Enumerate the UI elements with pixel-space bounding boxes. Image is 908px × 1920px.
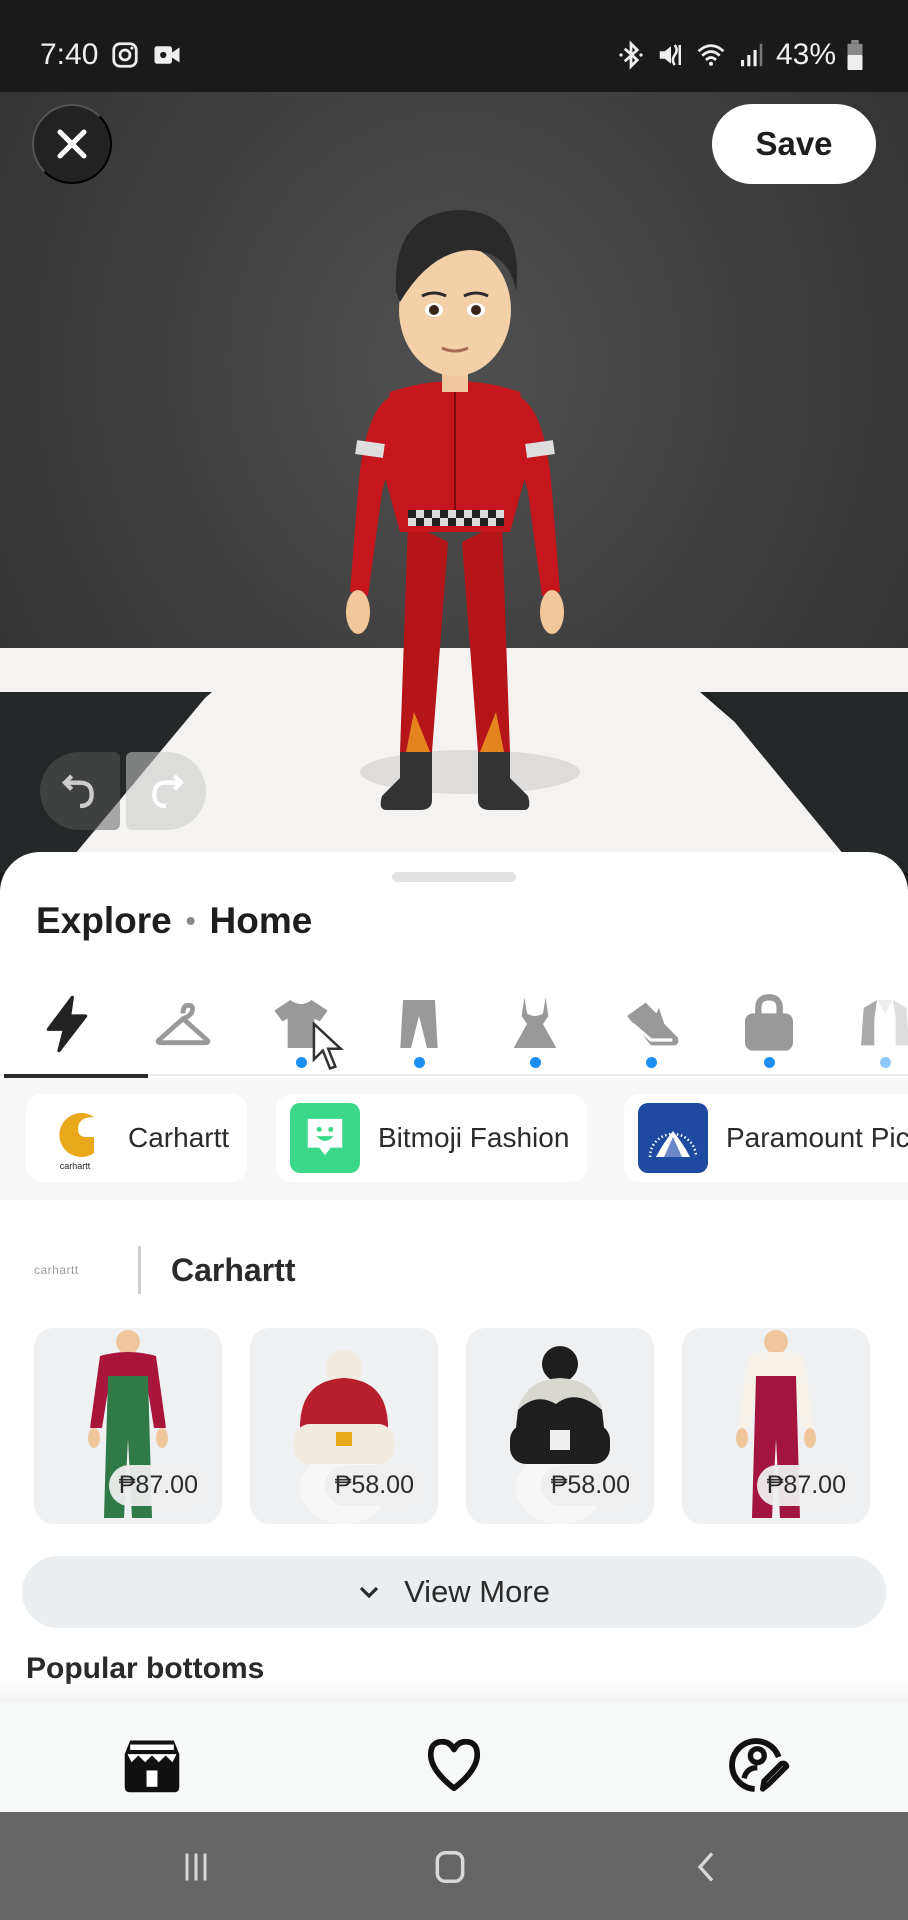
tab-featured[interactable] [4, 972, 148, 1078]
nav-store[interactable] [112, 1730, 192, 1800]
tab-tops[interactable] [246, 972, 356, 1076]
store-icon [124, 1740, 180, 1793]
nav-edit-avatar[interactable] [720, 1730, 800, 1800]
product-card[interactable]: ₱87.00 [34, 1328, 222, 1524]
brand-name: Paramount Pic [726, 1122, 908, 1153]
new-badge-dot [880, 1057, 891, 1068]
nav-favorites[interactable] [414, 1730, 494, 1800]
category-tabs [0, 972, 908, 1078]
redo-icon [152, 774, 185, 809]
new-badge-dot [530, 1057, 541, 1068]
carhartt-logo: carhartt [40, 1103, 110, 1173]
heart-icon [427, 1738, 481, 1792]
product-row: ₱87.00 ₱58.00 ₱58.00 ₱87.00 [34, 1328, 870, 1524]
price-tag: ₱87.00 [108, 1465, 208, 1506]
lightning-icon [46, 995, 88, 1053]
system-navigation-bar [0, 1812, 908, 1920]
product-card[interactable]: ₱87.00 [682, 1328, 870, 1524]
battery-percent: 43% [775, 38, 836, 71]
bluetooth-icon [619, 40, 643, 70]
explore-sheet: Explore • Home carhartt Carhartt Bitmoji… [0, 852, 908, 1812]
breadcrumb-separator: • [185, 905, 196, 936]
close-icon [57, 129, 87, 159]
recents-button[interactable] [166, 1842, 226, 1892]
tab-accessories[interactable] [714, 972, 824, 1076]
tab-bottoms[interactable] [364, 972, 474, 1076]
tab-shoes[interactable] [596, 972, 706, 1076]
price-tag: ₱58.00 [540, 1465, 640, 1506]
undo-button[interactable] [40, 752, 120, 830]
divider [138, 1246, 141, 1294]
chevron-down-icon [359, 1586, 379, 1599]
save-button[interactable]: Save [712, 104, 876, 184]
sheet-drag-handle[interactable] [392, 872, 516, 882]
hanger-icon [155, 1002, 211, 1046]
brand-name: Carhartt [128, 1122, 230, 1153]
new-badge-dot [764, 1057, 775, 1068]
new-badge-dot [414, 1057, 425, 1068]
signal-icon [740, 43, 763, 67]
video-camera-icon [154, 46, 180, 64]
carhartt-wordmark: carhartt [34, 1263, 79, 1277]
battery-icon [847, 40, 863, 70]
wifi-icon [697, 44, 725, 66]
section-title: Carhartt [171, 1251, 296, 1288]
avatar-preview-scene: Save [0, 92, 908, 872]
price-tag: ₱87.00 [756, 1465, 856, 1506]
close-button[interactable] [32, 104, 112, 184]
breadcrumb-explore[interactable]: Explore [36, 900, 172, 942]
back-icon [697, 1852, 714, 1882]
product-card[interactable]: ₱58.00 [250, 1328, 438, 1524]
sneaker-icon [627, 1002, 679, 1046]
tab-outfits[interactable] [128, 972, 238, 1076]
brand-name: Bitmoji Fashion [378, 1122, 570, 1153]
view-more-label: View More [404, 1574, 550, 1609]
redo-button[interactable] [126, 752, 206, 830]
brand-chip-carhartt[interactable]: carhartt Carhartt [26, 1094, 248, 1182]
view-more-button[interactable]: View More [22, 1556, 886, 1628]
tshirt-icon [274, 1000, 328, 1048]
new-badge-dot [646, 1057, 657, 1068]
brand-chip-bitmoji-fashion[interactable]: Bitmoji Fashion [276, 1094, 588, 1182]
recents-icon [185, 1853, 207, 1881]
status-bar: 7:40 43% [0, 0, 908, 92]
dress-icon [513, 997, 557, 1048]
brand-chip-paramount[interactable]: Paramount Pic [624, 1094, 908, 1182]
price-tag: ₱58.00 [324, 1465, 424, 1506]
home-icon [435, 1851, 465, 1883]
back-button[interactable] [676, 1842, 736, 1892]
undo-redo-group [40, 752, 208, 830]
clock: 7:40 [40, 38, 99, 71]
breadcrumb: Explore • Home [36, 900, 312, 942]
brand-carousel: carhartt Carhartt Bitmoji Fashion Paramo… [0, 1078, 908, 1200]
breadcrumb-home[interactable]: Home [210, 900, 313, 942]
bag-icon [745, 994, 793, 1051]
bitmoji-logo [290, 1103, 360, 1173]
section-header: carhartt Carhartt [34, 1246, 295, 1294]
avatar-edit-icon [729, 1738, 790, 1792]
avatar-figure [346, 210, 564, 810]
tab-outerwear[interactable] [830, 972, 908, 1076]
new-badge-dot [296, 1057, 307, 1068]
product-card[interactable]: ₱58.00 [466, 1328, 654, 1524]
instagram-icon [112, 42, 139, 68]
undo-icon [61, 774, 94, 809]
tab-dresses[interactable] [480, 972, 590, 1076]
mute-icon [659, 44, 681, 66]
bottom-navigation [0, 1702, 908, 1812]
svg-text:carhartt: carhartt [60, 1161, 91, 1171]
home-button[interactable] [420, 1842, 480, 1892]
jacket-icon [861, 1000, 908, 1046]
pants-icon [400, 1000, 438, 1048]
paramount-logo [638, 1103, 708, 1173]
